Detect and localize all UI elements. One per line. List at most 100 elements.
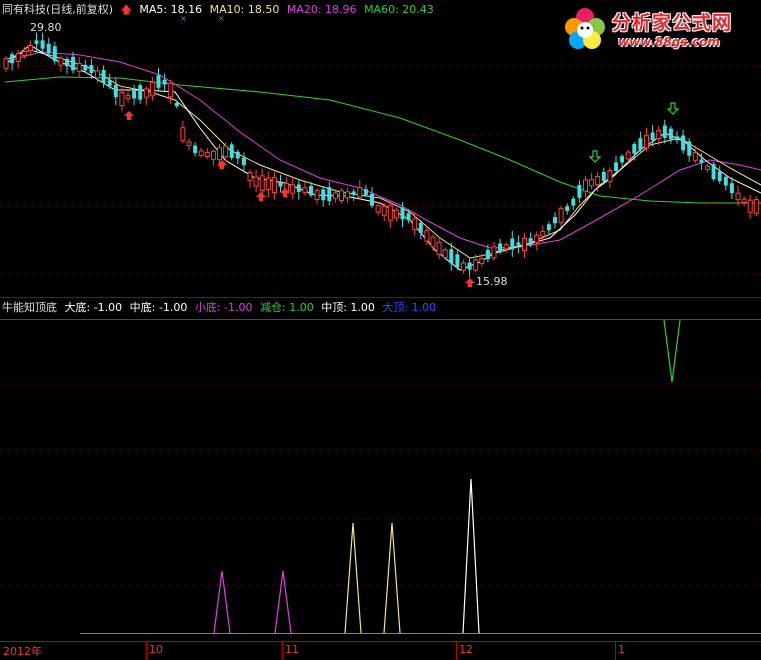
candle-down — [546, 224, 551, 231]
candle-down — [40, 40, 45, 49]
candle-up — [217, 147, 222, 161]
candle-up — [21, 50, 27, 56]
candle-up — [314, 189, 320, 201]
xaxis-label: 11 — [285, 643, 299, 656]
candle-up — [339, 190, 344, 202]
candle-down — [363, 189, 368, 195]
candle-up — [595, 175, 601, 186]
candle-down — [235, 151, 240, 159]
svg-text:×: × — [218, 14, 225, 23]
candle-up — [741, 198, 747, 203]
candle-up — [644, 134, 649, 149]
candle-down — [162, 79, 167, 85]
svg-text:×: × — [180, 14, 187, 23]
candle-down — [370, 194, 374, 206]
candle-down — [699, 159, 704, 163]
candle-up — [375, 205, 381, 213]
xiao-di-value: 小底: -1.00 — [194, 301, 253, 314]
candle-up — [204, 151, 210, 157]
high-price-label: 29.80 — [30, 21, 62, 34]
candle-up — [705, 165, 710, 170]
candle-up — [607, 170, 613, 183]
candle-up — [125, 94, 131, 100]
candle-down — [729, 183, 734, 194]
candle-down — [723, 176, 728, 186]
candle-down — [327, 187, 332, 202]
candle-down — [10, 54, 15, 64]
zhong-ding-value: 中顶: 1.00 — [321, 301, 375, 314]
candle-down — [241, 157, 246, 166]
candle-up — [259, 175, 265, 191]
candle-up — [735, 192, 741, 201]
candle-up — [589, 179, 595, 187]
candle-up — [479, 258, 485, 264]
candle-up — [473, 259, 479, 271]
candle-up — [223, 145, 229, 158]
zhong-di-value: 中底: -1.00 — [129, 301, 188, 314]
candle-up — [76, 62, 82, 72]
candle-up — [198, 150, 204, 157]
candle-up — [753, 199, 759, 214]
candle-up — [265, 177, 271, 191]
candle-down — [71, 56, 76, 71]
candle-down — [516, 242, 521, 246]
candle-up — [58, 57, 64, 66]
candle-down — [132, 90, 137, 99]
jian-cang-value: 减仓: 1.00 — [260, 301, 314, 314]
mid-bottom-signal — [383, 522, 401, 634]
candle-down — [296, 184, 301, 192]
candle-down — [632, 144, 637, 154]
candle-up — [27, 45, 33, 52]
candle-down — [278, 182, 283, 187]
candle-down — [675, 136, 679, 141]
candle-up — [424, 230, 430, 242]
candle-down — [101, 69, 106, 83]
ma20-line — [4, 51, 761, 249]
xaxis-label: 10 — [149, 643, 163, 656]
candle-down — [455, 254, 460, 268]
candle-down — [571, 198, 576, 206]
candle-up — [95, 70, 100, 79]
candle-down — [620, 156, 625, 163]
candle-up — [332, 192, 338, 199]
candle-up — [180, 127, 186, 142]
da-di-value: 大底: -1.00 — [64, 301, 123, 314]
candle-up — [381, 205, 387, 216]
xaxis-label: 2012年 — [3, 645, 42, 658]
xaxis-label: 1 — [618, 643, 625, 656]
chart-canvas[interactable]: × × — [0, 0, 761, 660]
candle-down — [156, 75, 161, 88]
reduce-signal — [663, 319, 681, 383]
candle-down — [668, 128, 673, 140]
candle-down — [553, 217, 557, 224]
candle-down — [601, 172, 606, 181]
candle-down — [193, 145, 198, 153]
candle-up — [168, 82, 174, 98]
big-bottom-signal — [462, 478, 480, 634]
candle-up — [149, 81, 155, 97]
small-bottom-signal — [213, 570, 231, 634]
candle-up — [625, 151, 631, 160]
candle-down — [638, 138, 643, 150]
candle-up — [436, 241, 442, 255]
candle-down — [681, 135, 686, 151]
candle-down — [46, 43, 51, 54]
candle-up — [247, 171, 253, 181]
candle-up — [253, 176, 259, 187]
candlesticks — [3, 32, 759, 278]
candle-up — [583, 179, 588, 192]
indicator-name: 牛能知顶底 — [2, 301, 57, 314]
candle-down — [400, 207, 405, 220]
candle-down — [650, 132, 655, 141]
candle-down — [717, 171, 722, 182]
candle-down — [52, 46, 57, 62]
candle-down — [351, 191, 356, 195]
candle-up — [747, 199, 753, 213]
candle-down — [83, 64, 88, 71]
candle-up — [558, 207, 564, 224]
candle-down — [498, 243, 503, 253]
buy-arrow-icon — [465, 278, 475, 287]
candle-down — [174, 102, 179, 107]
candle-up — [210, 150, 216, 160]
candle-up — [143, 88, 149, 98]
